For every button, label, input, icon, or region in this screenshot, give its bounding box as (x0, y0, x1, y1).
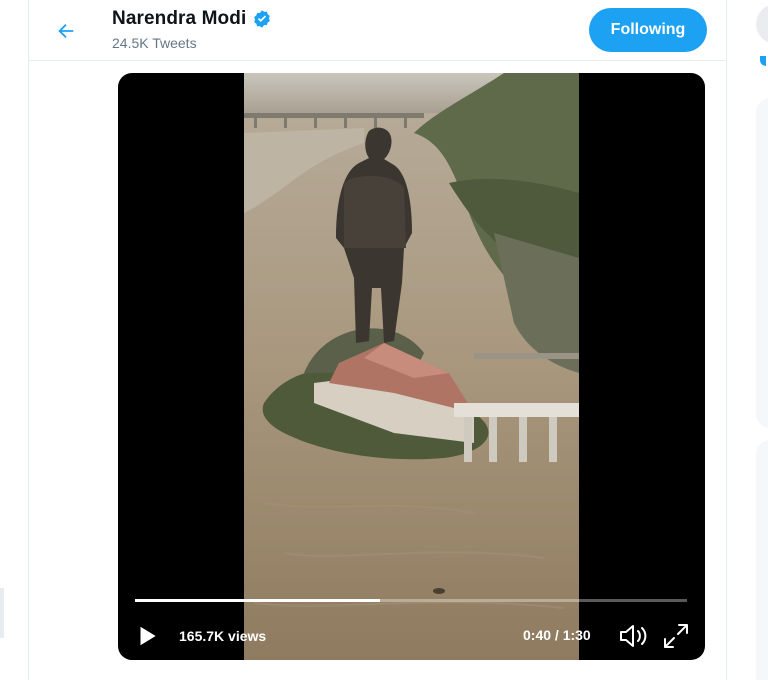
play-icon (140, 626, 156, 646)
volume-button[interactable] (618, 622, 650, 650)
progress-fill (135, 599, 381, 602)
right-accent-mark (760, 56, 766, 66)
back-button[interactable] (50, 15, 82, 47)
who-to-follow-panel-edge (756, 440, 768, 680)
profile-title: Narendra Modi 24.5K Tweets (112, 8, 272, 51)
following-button[interactable]: Following (589, 8, 707, 52)
video-time: 0:40 / 1:30 (523, 627, 591, 643)
fullscreen-icon (664, 624, 688, 648)
play-button[interactable] (134, 623, 160, 649)
left-edge-mark (0, 588, 4, 638)
volume-icon (620, 625, 647, 647)
arrow-left-icon (58, 23, 74, 39)
fullscreen-button[interactable] (662, 622, 690, 650)
tweet-count: 24.5K Tweets (112, 35, 197, 51)
video-player[interactable]: 165.7K views 0:40 / 1:30 (118, 73, 705, 660)
verified-badge-icon (254, 10, 271, 28)
progress-bar[interactable] (135, 599, 687, 602)
timeline-left-border (28, 0, 29, 680)
left-edge (0, 0, 8, 680)
timeline-right-border (726, 0, 727, 680)
search-bar-edge[interactable] (756, 4, 768, 44)
video-frame (244, 73, 579, 660)
trends-panel-edge (756, 98, 768, 428)
profile-name: Narendra Modi (112, 8, 247, 29)
view-count: 165.7K views (179, 628, 267, 644)
statue-scene-image (244, 73, 579, 660)
